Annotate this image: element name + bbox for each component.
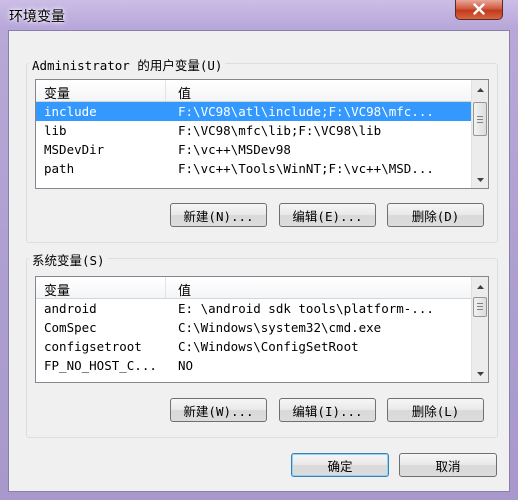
title-bar: 环境变量 [0, 0, 518, 30]
scroll-thumb[interactable] [473, 102, 487, 136]
variable-name-cell: lib [44, 123, 67, 138]
variable-value-cell: C:\Windows\system32\cmd.exe [178, 320, 382, 335]
column-header-name[interactable]: 变量 [44, 280, 70, 299]
grip-line [477, 122, 483, 123]
variable-value-cell: F:\vc++\Tools\WinNT;F:\vc++\MSD... [178, 161, 434, 176]
grip-line [477, 303, 483, 304]
grip-line [477, 306, 483, 307]
table-row[interactable]: FP_NO_HOST_C... NO [36, 356, 471, 375]
list-header: 变量 值 [36, 80, 471, 102]
column-separator[interactable] [165, 80, 166, 101]
user-delete-button[interactable]: 删除(D) [387, 203, 484, 227]
chevron-down-icon [476, 177, 484, 182]
window-title: 环境变量 [9, 9, 65, 25]
scroll-up-arrow[interactable] [472, 278, 488, 295]
column-header-value[interactable]: 值 [178, 83, 191, 102]
user-variables-list[interactable]: 变量 值 include F:\VC98\atl\include;F:\VC98\… [35, 79, 489, 189]
variable-value-cell: F:\VC98\atl\include;F:\VC98\mfc... [178, 104, 434, 119]
table-row[interactable]: path F:\vc++\Tools\WinNT;F:\vc++\MSD... [36, 159, 471, 178]
scroll-up-arrow[interactable] [472, 81, 488, 98]
column-header-name[interactable]: 变量 [44, 83, 70, 102]
close-icon [473, 3, 485, 15]
variable-name-cell: include [44, 104, 97, 119]
variable-value-cell: F:\VC98\mfc\lib;F:\VC98\lib [178, 123, 382, 138]
system-variables-label: 系统变量(S) [29, 250, 108, 269]
close-button[interactable] [455, 0, 503, 20]
column-separator[interactable] [165, 277, 166, 298]
variable-value-cell: NO [178, 358, 194, 373]
variable-name-cell: FP_NO_HOST_C... [44, 358, 157, 373]
variable-name-cell: android [44, 301, 97, 316]
variable-name-cell: configsetroot [44, 339, 142, 354]
variable-value-cell: E: \android sdk tools\platform-... [178, 301, 434, 316]
scroll-down-arrow[interactable] [472, 365, 488, 382]
chevron-up-icon [476, 87, 484, 92]
user-edit-button[interactable]: 编辑(E)... [279, 203, 376, 227]
list-header: 变量 值 [36, 277, 471, 299]
variable-value-cell: C:\Windows\ConfigSetRoot [178, 339, 359, 354]
grip-line [477, 116, 483, 117]
scroll-down-arrow[interactable] [472, 171, 488, 188]
user-list-scrollbar[interactable] [471, 80, 488, 188]
grip-line [477, 309, 483, 310]
chevron-down-icon [476, 371, 484, 376]
system-list-scrollbar[interactable] [471, 277, 488, 382]
variable-value-cell: F:\vc++\MSDev98 [178, 142, 291, 157]
variable-name-cell: ComSpec [44, 320, 97, 335]
table-row[interactable]: ComSpec C:\Windows\system32\cmd.exe [36, 318, 471, 337]
table-row[interactable]: MSDevDir F:\vc++\MSDev98 [36, 140, 471, 159]
cancel-button[interactable]: 取消 [399, 453, 497, 477]
user-new-button[interactable]: 新建(N)... [170, 203, 267, 227]
grip-line [477, 119, 483, 120]
scroll-thumb[interactable] [473, 297, 487, 317]
table-row[interactable]: android E: \android sdk tools\platform-..… [36, 299, 471, 318]
system-delete-button[interactable]: 删除(L) [387, 398, 484, 422]
variable-name-cell: MSDevDir [44, 142, 105, 157]
system-new-button[interactable]: 新建(W)... [170, 398, 267, 422]
chevron-up-icon [476, 284, 484, 289]
ok-button[interactable]: 确定 [291, 453, 389, 477]
column-header-value[interactable]: 值 [178, 280, 191, 299]
table-row[interactable]: include F:\VC98\atl\include;F:\VC98\mfc..… [36, 102, 471, 121]
table-row[interactable]: lib F:\VC98\mfc\lib;F:\VC98\lib [36, 121, 471, 140]
system-edit-button[interactable]: 编辑(I)... [279, 398, 376, 422]
dialog-body: Administrator 的用户变量(U) 变量 值 include F:\VC… [8, 30, 510, 492]
table-row[interactable]: configsetroot C:\Windows\ConfigSetRoot [36, 337, 471, 356]
user-variables-label: Administrator 的用户变量(U) [29, 55, 226, 74]
system-variables-list[interactable]: 变量 值 android E: \android sdk tools\platfo… [35, 276, 489, 383]
variable-name-cell: path [44, 161, 75, 176]
